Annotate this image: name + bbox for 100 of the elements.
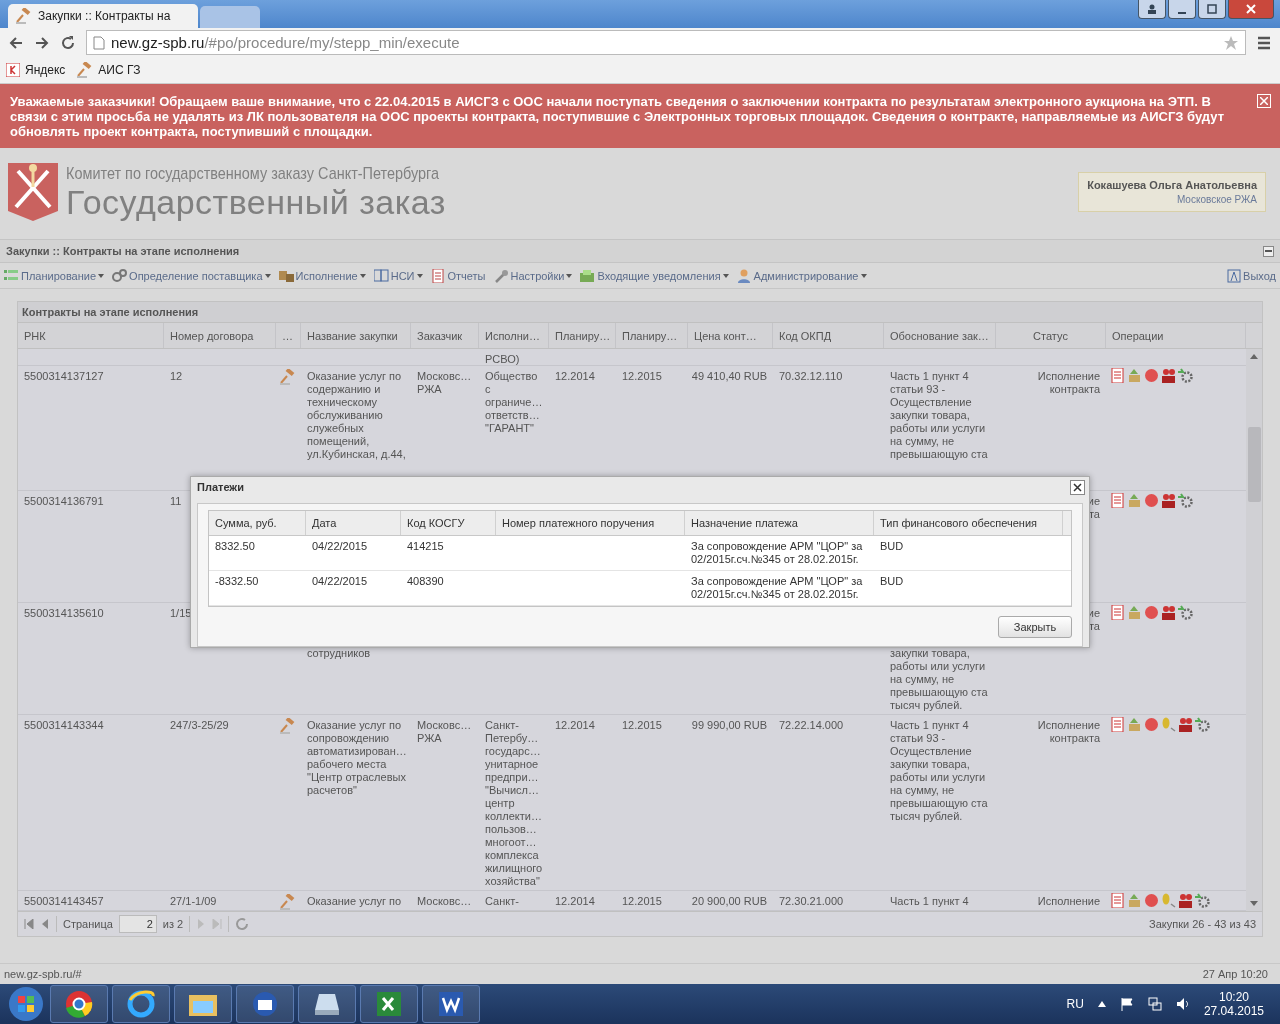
- taskbar-button[interactable]: [360, 985, 418, 1023]
- column-header[interactable]: Код ОКПД: [773, 323, 884, 348]
- wrench-icon: [493, 268, 509, 283]
- column-header[interactable]: Тип финансового обеспечения: [874, 511, 1063, 535]
- exit-link[interactable]: Выход: [1227, 268, 1276, 283]
- users-icon[interactable]: [1178, 717, 1193, 732]
- users-icon[interactable]: [1161, 368, 1176, 383]
- taskbar-button[interactable]: [298, 985, 356, 1023]
- taskbar-button[interactable]: [236, 985, 294, 1023]
- menu-item[interactable]: Отчеты: [430, 268, 486, 283]
- org-name: Комитет по государственному заказу Санкт-Петербурга: [66, 164, 440, 184]
- table-cell: 12.2015: [622, 719, 662, 732]
- menu-item[interactable]: НСИ: [373, 268, 423, 283]
- column-header[interactable]: Планиру…: [549, 323, 616, 348]
- stop-icon[interactable]: [1144, 893, 1159, 908]
- speaker-icon[interactable]: [1175, 997, 1190, 1011]
- column-header[interactable]: Дата: [306, 511, 401, 535]
- bookmark-link[interactable]: Яндекс: [6, 63, 66, 77]
- gear-icon[interactable]: [1178, 605, 1193, 620]
- close-button[interactable]: [1070, 479, 1085, 495]
- user-name: Кокашуева Ольга Анатольевна: [1087, 179, 1257, 191]
- network-icon[interactable]: [1147, 997, 1162, 1011]
- column-header[interactable]: Планиру…: [616, 323, 688, 348]
- table-cell: 5500314143344: [24, 719, 104, 732]
- page-field[interactable]: 2: [118, 915, 157, 933]
- scroll-thumb[interactable]: [1247, 427, 1261, 502]
- stop-icon[interactable]: [1144, 717, 1159, 732]
- previous-page-icon[interactable]: [40, 919, 50, 929]
- scrollbar[interactable]: [1246, 349, 1262, 911]
- document-icon[interactable]: [1110, 368, 1125, 383]
- column-header[interactable]: Сумма, руб.: [209, 511, 306, 535]
- column-header[interactable]: Обоснование зак…: [884, 323, 996, 348]
- menu-item[interactable]: Входящие уведомления: [580, 268, 729, 283]
- language-indicator[interactable]: RU: [1066, 997, 1084, 1011]
- table-cell: Часть 1 пункт 4 статьи 93 - Осуществление закупки товара, работы или услуги на сумму, не превышающую ста тысяч рублей.: [890, 719, 988, 823]
- column-header[interactable]: Номер платежного поручения: [496, 511, 685, 535]
- first-page-icon[interactable]: [24, 919, 34, 929]
- column-header[interactable]: Номер договора: [164, 323, 276, 348]
- column-header[interactable]: РНК: [18, 323, 164, 348]
- users-icon[interactable]: [1161, 493, 1176, 508]
- document-icon[interactable]: [1110, 493, 1125, 508]
- user-button[interactable]: [1138, 0, 1166, 19]
- spreadsheet-icon: [375, 990, 403, 1018]
- stop-icon[interactable]: [1144, 368, 1159, 383]
- stop-icon[interactable]: [1144, 605, 1159, 620]
- flag-icon[interactable]: [1119, 997, 1134, 1011]
- back-icon[interactable]: [8, 34, 24, 51]
- taskbar-button[interactable]: [422, 985, 480, 1023]
- taskbar-button[interactable]: [112, 985, 170, 1023]
- column-header[interactable]: Исполни…: [479, 323, 549, 348]
- gear-icon[interactable]: [1178, 368, 1193, 383]
- column-header[interactable]: Цена конт…: [688, 323, 773, 348]
- close-dialog-button[interactable]: Закрыть: [998, 616, 1072, 638]
- status-url: new.gz-spb.ru/#: [4, 968, 82, 980]
- menu-item[interactable]: Администрирование: [736, 268, 867, 283]
- menu-item[interactable]: Планирование: [4, 268, 105, 283]
- minimize-button[interactable]: [1168, 0, 1196, 19]
- taskbar-button[interactable]: [50, 985, 108, 1023]
- users-icon[interactable]: [1178, 893, 1193, 908]
- table-cell: Исполнение контракта: [1037, 370, 1100, 396]
- maximize-button[interactable]: [1198, 0, 1226, 19]
- table-cell: 247/3-25/29: [170, 719, 229, 732]
- menu-icon[interactable]: [1256, 34, 1272, 51]
- address-field[interactable]: new.gz-spb.ru/#po/procedure/my/stepp_min/execute: [86, 30, 1246, 55]
- column-header[interactable]: Название закупки: [301, 323, 411, 348]
- menu-item[interactable]: Исполнение: [278, 268, 366, 283]
- users-icon[interactable]: [1161, 605, 1176, 620]
- taskbar-button[interactable]: [174, 985, 232, 1023]
- start-button[interactable]: [6, 985, 46, 1023]
- gear-icon[interactable]: [1178, 493, 1193, 508]
- column-header[interactable]: …: [276, 323, 301, 348]
- gear-icon[interactable]: [1195, 893, 1210, 908]
- notice-text: Уважаемые заказчики! Обращаем ваше внимание, что с 22.04.2015 в АИСГЗ с ООС начали поступать сведения о заключении контракта по результатам электронного аукциона на ЭТП. В связи с этим просьба не удалять из ЛК пользователя на ООС проекты контракта, поступившие с Электронных торговых площадок. Сведения о контракте, направляемые из АИСГЗ будут обновлять проект контракта, поступивший с площадки.: [10, 94, 1225, 139]
- menu-item[interactable]: Настройки: [493, 268, 573, 283]
- tray-expand-icon[interactable]: [1097, 1001, 1106, 1007]
- document-icon: [430, 268, 446, 283]
- column-header[interactable]: Статус: [996, 323, 1106, 348]
- document-icon[interactable]: [1110, 893, 1125, 908]
- document-icon[interactable]: [1110, 605, 1125, 620]
- star-icon[interactable]: [1223, 34, 1239, 51]
- column-header[interactable]: Заказчик: [411, 323, 479, 348]
- book-icon: [373, 268, 389, 283]
- reload-icon[interactable]: [60, 34, 76, 51]
- menu-item[interactable]: Определение поставщика: [112, 268, 271, 283]
- clock[interactable]: 10:20 27.04.2015: [1203, 990, 1264, 1018]
- document-icon[interactable]: [1110, 717, 1125, 732]
- stop-icon[interactable]: [1144, 493, 1159, 508]
- close-button[interactable]: [1228, 0, 1274, 19]
- collapse-icon[interactable]: [1263, 245, 1274, 257]
- forward-icon[interactable]: [34, 34, 50, 51]
- column-header[interactable]: Назначение платежа: [685, 511, 874, 535]
- gear-icon[interactable]: [1195, 717, 1210, 732]
- browser-tab[interactable]: Закупки :: Контракты на: [8, 4, 198, 28]
- dialog-title: Платежи: [197, 481, 244, 493]
- bookmark-link[interactable]: АИС ГЗ: [77, 62, 141, 78]
- emblem-icon: [8, 163, 58, 221]
- column-header[interactable]: Код КОСГУ: [401, 511, 496, 535]
- table-cell: Московс…: [417, 895, 472, 908]
- column-header[interactable]: Операции: [1106, 323, 1246, 348]
- record-summary: Закупки 26 - 43 из 43: [1149, 918, 1256, 930]
